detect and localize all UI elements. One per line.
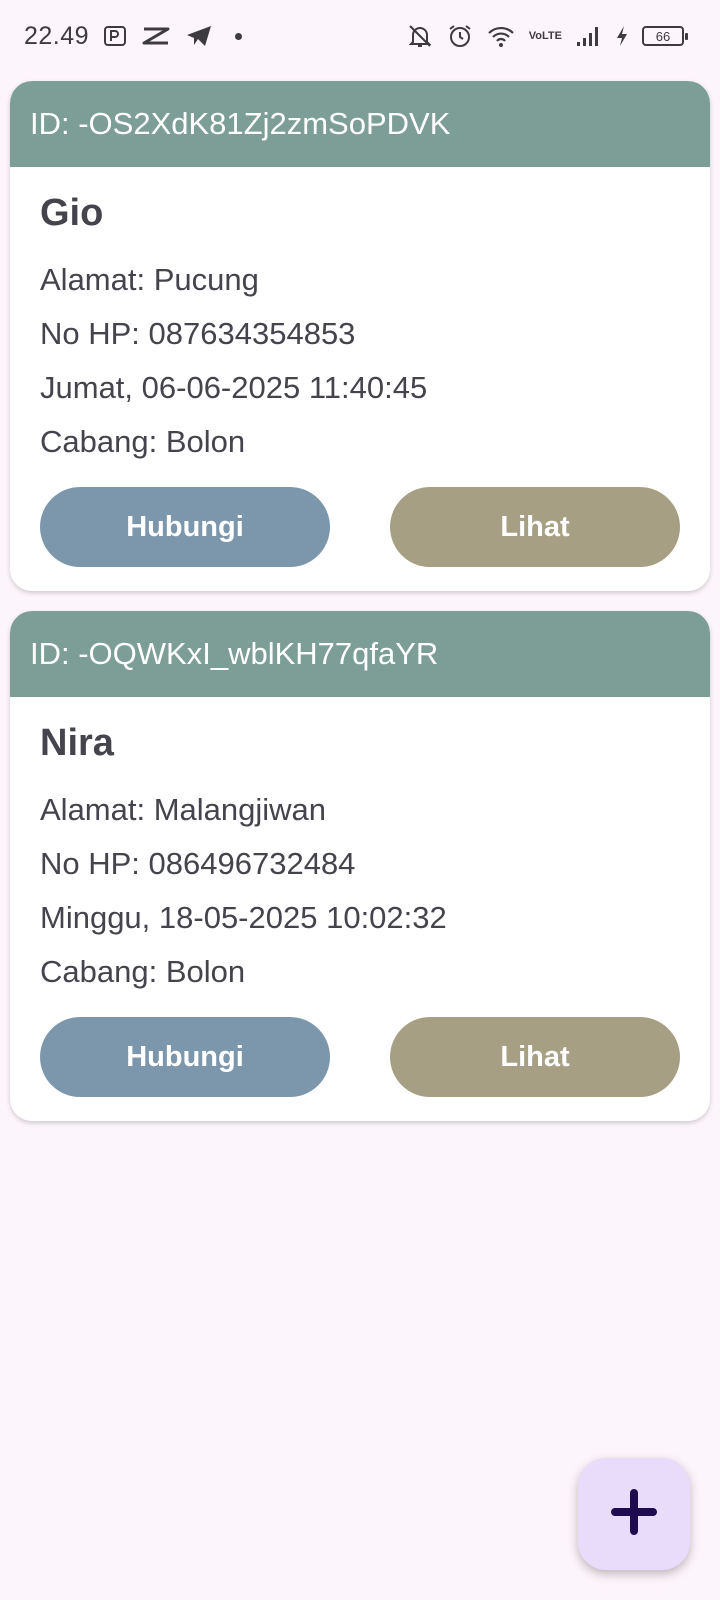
status-bar-left: 22.49 xyxy=(24,21,243,51)
record-datetime: Minggu, 18-05-2025 10:02:32 xyxy=(40,900,447,935)
record-actions: Hubungi Lihat xyxy=(40,1017,680,1097)
add-record-button[interactable] xyxy=(578,1458,690,1570)
record-card: ID: -OS2XdK81Zj2zmSoPDVK Gio Alamat: Puc… xyxy=(10,81,710,591)
record-phone: No HP: 086496732484 xyxy=(40,846,356,881)
capcut-icon xyxy=(141,24,171,48)
volte-bottom-label: LTE xyxy=(542,29,562,42)
signal-icon xyxy=(576,25,602,47)
status-bar: 22.49 Vo LTE 66 xyxy=(0,0,720,72)
record-branch: Cabang: Bolon xyxy=(40,954,246,989)
record-list: ID: -OS2XdK81Zj2zmSoPDVK Gio Alamat: Puc… xyxy=(10,81,710,1141)
contact-button[interactable]: Hubungi xyxy=(40,1017,330,1097)
record-id-header: ID: -OQWKxI_wblKH77qfaYR xyxy=(10,611,710,697)
telegram-icon xyxy=(185,24,213,48)
record-branch: Cabang: Bolon xyxy=(40,424,246,459)
record-card: ID: -OQWKxI_wblKH77qfaYR Nira Alamat: Ma… xyxy=(10,611,710,1121)
record-phone: No HP: 087634354853 xyxy=(40,316,356,351)
record-actions: Hubungi Lihat xyxy=(40,487,680,567)
record-address: Alamat: Malangjiwan xyxy=(40,792,327,827)
record-name: Gio xyxy=(40,192,104,234)
charging-icon xyxy=(616,25,628,47)
battery-level: 66 xyxy=(655,28,671,44)
clock: 22.49 xyxy=(24,21,90,50)
record-datetime: Jumat, 06-06-2025 11:40:45 xyxy=(40,370,428,405)
volte-icon: Vo LTE xyxy=(528,29,562,42)
more-notifications-dot-icon xyxy=(235,32,243,40)
parking-app-icon xyxy=(103,24,127,48)
record-address: Alamat: Pucung xyxy=(40,262,259,297)
record-name: Nira xyxy=(40,722,114,764)
record-details: Gio Alamat: Pucung No HP: 087634354853 J… xyxy=(10,167,710,567)
plus-icon xyxy=(611,1488,657,1540)
volte-top-label: Vo xyxy=(528,29,543,42)
battery-icon: 66 xyxy=(642,26,688,46)
record-details: Nira Alamat: Malangjiwan No HP: 08649673… xyxy=(10,697,710,1097)
status-bar-right: Vo LTE 66 xyxy=(407,23,688,49)
notifications-off-icon xyxy=(407,23,433,49)
wifi-icon xyxy=(487,24,515,48)
view-button[interactable]: Lihat xyxy=(390,487,680,567)
view-button[interactable]: Lihat xyxy=(390,1017,680,1097)
alarm-icon xyxy=(447,23,473,49)
contact-button[interactable]: Hubungi xyxy=(40,487,330,567)
record-id-header: ID: -OS2XdK81Zj2zmSoPDVK xyxy=(10,81,710,167)
